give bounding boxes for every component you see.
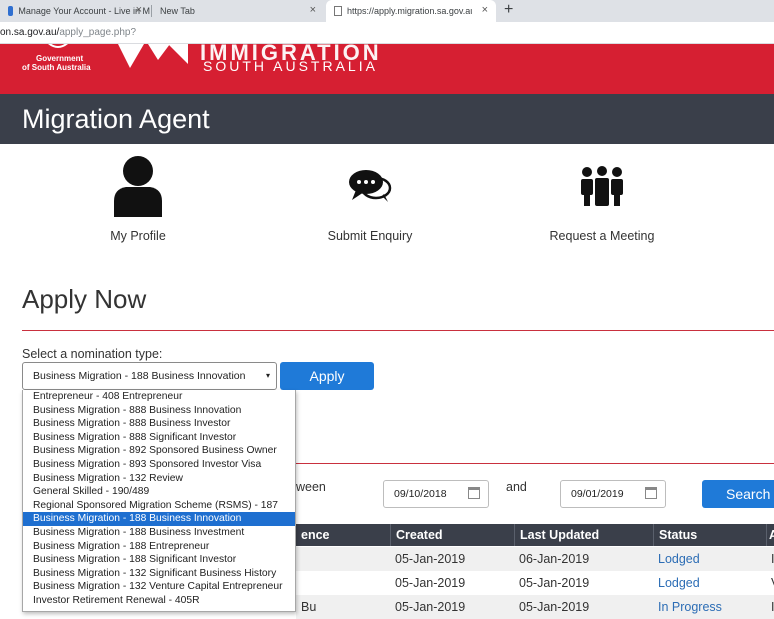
cell-created: 05-Jan-2019 xyxy=(395,576,466,590)
date-to-value: 09/01/2019 xyxy=(571,488,624,500)
calendar-icon[interactable] xyxy=(645,487,657,499)
cell-last-updated: 05-Jan-2019 xyxy=(519,576,590,590)
dropdown-option[interactable]: Business Migration - 132 Significant Bus… xyxy=(23,567,295,581)
site-header: Government of South Australia IMMIGRATIO… xyxy=(0,44,774,94)
column-header-reference[interactable]: ence xyxy=(296,524,390,546)
date-between-label: ween xyxy=(296,480,326,494)
sa-government-crest-icon xyxy=(48,44,68,48)
dropdown-option[interactable]: Business Migration - 188 Significant Inv… xyxy=(23,553,295,567)
calendar-icon[interactable] xyxy=(468,487,480,499)
close-tab-icon[interactable]: × xyxy=(482,4,488,16)
dropdown-option[interactable]: Business Migration - 888 Business Innova… xyxy=(23,404,295,418)
request-meeting-label: Request a Meeting xyxy=(549,229,655,243)
dropdown-option[interactable]: Business Migration - 888 Significant Inv… xyxy=(23,431,295,445)
browser-tab-new-tab[interactable]: New Tab × xyxy=(152,0,324,22)
cell-created: 05-Jan-2019 xyxy=(395,600,466,614)
dropdown-option[interactable]: Business Migration - 132 Venture Capital… xyxy=(23,580,295,594)
close-tab-icon[interactable]: × xyxy=(136,4,142,16)
apply-button[interactable]: Apply xyxy=(280,362,374,390)
chat-bubbles-icon xyxy=(349,170,392,202)
column-header-action[interactable]: A xyxy=(766,524,774,546)
dropdown-option[interactable]: Business Migration - 888 Business Invest… xyxy=(23,417,295,431)
applications-table-header: ence Created Last Updated Status A xyxy=(296,524,774,546)
browser-tab-manage-account[interactable]: Manage Your Account - Live in M × xyxy=(0,0,150,22)
page-title-bar: Migration Agent xyxy=(0,94,774,144)
date-from-value: 09/10/2018 xyxy=(394,488,447,500)
cell-last-updated: 06-Jan-2019 xyxy=(519,552,590,566)
user-icon xyxy=(114,156,162,217)
cell-action[interactable]: I xyxy=(766,547,774,571)
nomination-type-dropdown: Entrepreneur - 408 Entrepreneur Business… xyxy=(22,390,296,612)
dropdown-option[interactable]: Business Migration - 132 Review xyxy=(23,472,295,486)
cell-action[interactable]: I xyxy=(766,595,774,619)
column-header-last-updated[interactable]: Last Updated xyxy=(514,524,653,546)
my-profile-tile[interactable]: My Profile xyxy=(53,150,223,250)
page-title: Migration Agent xyxy=(22,104,210,134)
url-host: on.sa.gov.au/ xyxy=(0,27,60,38)
date-from-input[interactable]: 09/10/2018 xyxy=(383,480,489,508)
cell-reference: Bu xyxy=(301,600,317,614)
search-button[interactable]: Search xyxy=(702,480,774,508)
nomination-type-label: Select a nomination type: xyxy=(22,347,163,361)
dropdown-option[interactable]: Investor Retirement Renewal - 405R xyxy=(23,594,295,608)
chevron-down-icon: ▾ xyxy=(265,371,270,380)
close-tab-icon[interactable]: × xyxy=(310,4,316,16)
section-divider xyxy=(22,330,774,331)
nomination-type-select[interactable]: Business Migration - 188 Business Innova… xyxy=(22,362,277,390)
dropdown-option[interactable]: Business Migration - 893 Sponsored Inves… xyxy=(23,458,295,472)
date-to-input[interactable]: 09/01/2019 xyxy=(560,480,666,508)
date-and-label: and xyxy=(506,480,527,494)
cell-status: Lodged xyxy=(658,576,700,590)
nomination-selected-value: Business Migration - 188 Business Innova… xyxy=(33,370,246,382)
address-bar[interactable]: on.sa.gov.au/apply_page.php? xyxy=(0,22,774,44)
browser-tab-strip: Manage Your Account - Live in M × New Ta… xyxy=(0,0,774,22)
apply-now-heading: Apply Now xyxy=(22,284,147,314)
request-meeting-tile[interactable]: Request a Meeting xyxy=(517,150,687,250)
cell-status: In Progress xyxy=(658,600,722,614)
page-favicon-icon xyxy=(8,6,14,16)
immigration-sa-logo-icon xyxy=(118,44,188,68)
dropdown-option[interactable]: Business Migration - 188 Business Invest… xyxy=(23,526,295,540)
cell-last-updated: 05-Jan-2019 xyxy=(519,600,590,614)
table-row[interactable]: 05-Jan-2019 05-Jan-2019 Lodged V xyxy=(296,571,774,595)
new-tab-button[interactable]: + xyxy=(504,1,513,19)
government-of-sa-logo-text: Government of South Australia xyxy=(22,54,91,72)
cell-status: Lodged xyxy=(658,552,700,566)
browser-tab-apply-migration[interactable]: https://apply.migration.sa.gov.au × xyxy=(326,0,496,22)
url-path: apply_page.php? xyxy=(59,27,137,38)
dropdown-option[interactable]: Business Migration - 188 Entrepreneur xyxy=(23,540,295,554)
cell-reference xyxy=(296,571,390,595)
dropdown-option[interactable]: Regional Sponsored Migration Scheme (RSM… xyxy=(23,499,295,513)
dropdown-option[interactable]: Entrepreneur - 408 Entrepreneur xyxy=(23,390,295,404)
table-row[interactable]: Bu 05-Jan-2019 05-Jan-2019 In Progress I xyxy=(296,595,774,619)
dropdown-option[interactable]: Business Migration - 892 Sponsored Busin… xyxy=(23,444,295,458)
group-meeting-icon xyxy=(581,166,623,206)
column-header-status[interactable]: Status xyxy=(653,524,766,546)
submit-enquiry-label: Submit Enquiry xyxy=(327,229,413,243)
dropdown-option[interactable]: General Skilled - 190/489 xyxy=(23,485,295,499)
submit-enquiry-tile[interactable]: Submit Enquiry xyxy=(285,150,455,250)
cell-created: 05-Jan-2019 xyxy=(395,552,466,566)
cell-action[interactable]: V xyxy=(766,571,774,595)
tab-title: https://apply.migration.sa.gov.au xyxy=(347,6,472,16)
tab-title: Manage Your Account - Live in M xyxy=(18,6,150,16)
cell-reference xyxy=(296,547,390,571)
dropdown-option-selected[interactable]: Business Migration - 188 Business Innova… xyxy=(23,512,295,526)
column-header-created[interactable]: Created xyxy=(390,524,514,546)
tab-title: New Tab xyxy=(160,6,195,16)
my-profile-label: My Profile xyxy=(110,229,166,243)
section-divider xyxy=(296,463,774,464)
table-row[interactable]: 05-Jan-2019 06-Jan-2019 Lodged I xyxy=(296,547,774,571)
brand-south-australia-text: SOUTH AUSTRALIA xyxy=(203,58,378,74)
page-document-icon xyxy=(334,6,342,16)
